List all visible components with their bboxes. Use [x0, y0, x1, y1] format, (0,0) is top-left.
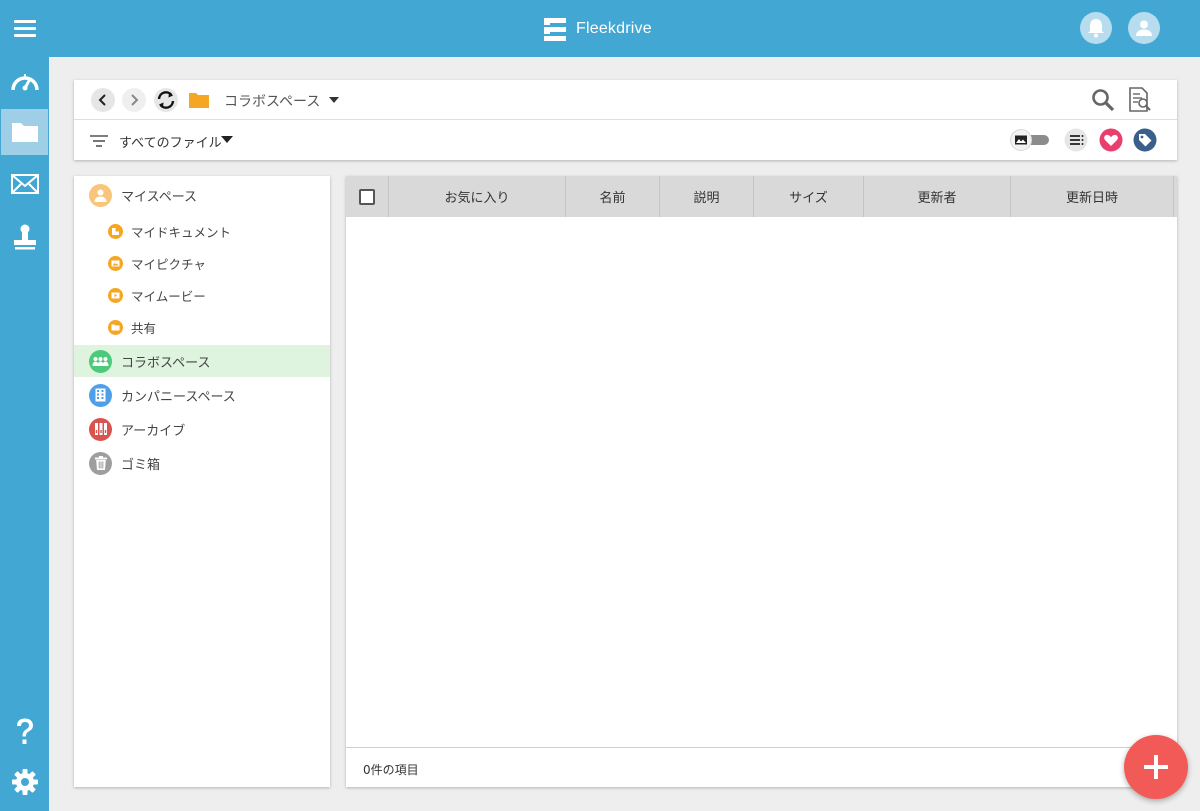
tree-item-label: マイムービー: [131, 288, 206, 304]
search-button[interactable]: [1090, 87, 1116, 113]
tree-item-company-space[interactable]: カンパニースペース: [74, 379, 330, 411]
search-icon: [1092, 89, 1115, 112]
column-header-updated-by[interactable]: 更新者: [864, 176, 1011, 217]
folder-icon: [189, 93, 209, 108]
column-header-description[interactable]: 説明: [660, 176, 754, 217]
rail-item-stamp[interactable]: [0, 214, 49, 260]
list-view-button[interactable]: [1064, 128, 1088, 152]
image-view-toggle[interactable]: [1008, 128, 1052, 152]
rail-item-help[interactable]: [0, 709, 49, 755]
user-icon: [1136, 20, 1152, 36]
bell-icon: [1088, 19, 1104, 38]
tree-item-label: カンパニースペース: [121, 389, 236, 405]
hamburger-menu-icon[interactable]: [14, 20, 36, 38]
mail-icon: [10, 174, 39, 194]
shared-folder-icon: [108, 319, 123, 335]
account-button[interactable]: [1128, 12, 1160, 44]
rail-item-dashboard[interactable]: [0, 58, 49, 104]
tree-item-label: ゴミ箱: [121, 457, 161, 473]
tree-item-collab-space[interactable]: コラボスペース: [74, 345, 330, 377]
trash-icon: [89, 451, 112, 475]
tag-icon: [1133, 128, 1157, 152]
top-bar: Fleekdrive: [0, 0, 1200, 57]
company-building-icon: [89, 383, 112, 407]
chevron-left-icon: [98, 94, 106, 106]
filter-bar: すべてのファイル: [74, 120, 1177, 160]
document-search-icon: [1129, 87, 1151, 112]
document-search-button[interactable]: [1127, 86, 1153, 114]
settings-gear-icon: [11, 769, 38, 795]
folder-icon: [11, 123, 38, 142]
picture-folder-icon: [108, 255, 123, 271]
column-header-updated-at[interactable]: 更新日時: [1011, 176, 1174, 217]
tree-item-label: 共有: [131, 320, 157, 336]
app-logo[interactable]: Fleekdrive: [540, 14, 652, 44]
tree-item-label: マイドキュメント: [131, 224, 232, 240]
tree-item-my-documents[interactable]: マイドキュメント: [74, 216, 330, 246]
refresh-icon: [157, 91, 175, 109]
favorite-filter-button[interactable]: [1099, 128, 1123, 152]
fleekdrive-logo-icon: [544, 18, 566, 41]
breadcrumb-current-folder[interactable]: コラボスペース: [224, 91, 320, 111]
tree-item-label: コラボスペース: [121, 355, 211, 371]
breadcrumb-bar: コラボスペース: [74, 80, 1177, 120]
checkbox-box: [359, 188, 375, 205]
filter-dropdown-icon[interactable]: [221, 136, 233, 143]
image-view-toggle-icon: [1010, 129, 1049, 151]
rail-item-files[interactable]: [1, 109, 48, 155]
tree-item-archive[interactable]: アーカイブ: [74, 413, 330, 445]
notification-button[interactable]: [1080, 12, 1112, 44]
filter-icon[interactable]: [90, 134, 108, 148]
my-space-icon: [89, 183, 112, 207]
chevron-right-icon: [131, 94, 139, 106]
tree-item-shared[interactable]: 共有: [74, 312, 330, 342]
column-header-size[interactable]: サイズ: [754, 176, 864, 217]
select-all-checkbox[interactable]: [346, 176, 389, 217]
column-header-name[interactable]: 名前: [566, 176, 660, 217]
help-question-icon: [16, 718, 33, 744]
file-filter-dropdown[interactable]: すべてのファイル: [119, 132, 222, 151]
folder-tree: マイスペース マイドキュメント マイピクチャ マイムービー 共有 コラボスペース…: [74, 176, 330, 787]
add-button[interactable]: [1124, 735, 1188, 799]
tag-filter-button[interactable]: [1133, 128, 1157, 152]
file-list: お気に入り 名前 説明 サイズ 更新者 更新日時 0件の項目: [346, 176, 1177, 787]
dashboard-gauge-icon: [10, 74, 39, 91]
archive-binders-icon: [89, 417, 112, 441]
collab-space-icon: [89, 349, 112, 373]
tree-item-label: マイピクチャ: [131, 256, 206, 272]
rail-item-mail[interactable]: [0, 161, 49, 207]
stamp-icon: [13, 224, 36, 250]
tree-item-trash[interactable]: ゴミ箱: [74, 447, 330, 479]
list-view-icon: [1064, 128, 1088, 152]
movie-folder-icon: [108, 287, 123, 303]
file-list-header: お気に入り 名前 説明 サイズ 更新者 更新日時: [346, 176, 1177, 217]
tree-item-label: アーカイブ: [121, 423, 186, 439]
app-name: Fleekdrive: [576, 20, 652, 37]
breadcrumb-dropdown-icon[interactable]: [329, 97, 339, 103]
refresh-button[interactable]: [154, 88, 178, 112]
forward-button[interactable]: [122, 88, 146, 112]
column-header-favorite[interactable]: お気に入り: [389, 176, 566, 217]
item-count: 0件の項目: [363, 763, 419, 777]
document-folder-icon: [108, 223, 123, 239]
tree-item-label: マイスペース: [121, 189, 198, 205]
back-button[interactable]: [91, 88, 115, 112]
plus-icon: [1144, 755, 1168, 779]
left-rail: [0, 57, 49, 811]
tree-item-my-space[interactable]: マイスペース: [74, 179, 330, 211]
tree-item-my-pictures[interactable]: マイピクチャ: [74, 248, 330, 278]
tree-item-my-movies[interactable]: マイムービー: [74, 280, 330, 310]
rail-item-settings[interactable]: [0, 759, 49, 805]
toolbar-card: コラボスペース すべてのファイル: [74, 80, 1177, 160]
favorite-heart-icon: [1099, 128, 1123, 152]
file-list-footer: 0件の項目: [346, 747, 1177, 787]
